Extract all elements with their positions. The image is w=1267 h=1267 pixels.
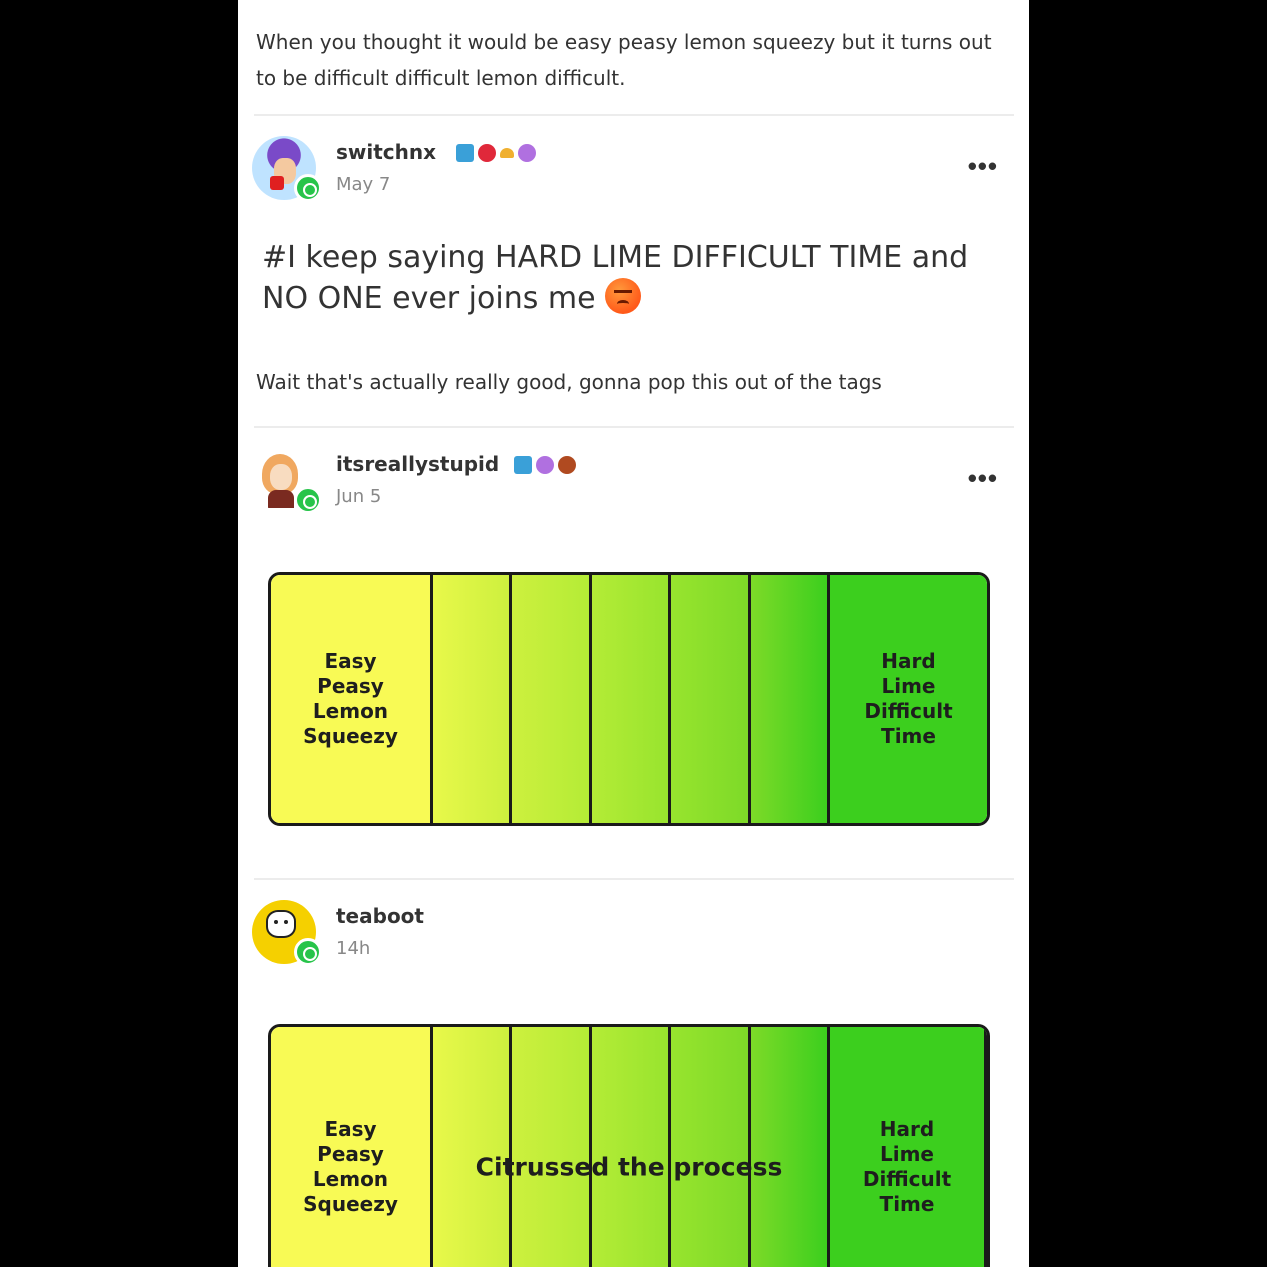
divider <box>254 426 1014 428</box>
avatar-switchnx[interactable] <box>252 136 322 202</box>
divider <box>254 878 1014 880</box>
badge-icon <box>478 144 496 162</box>
more-options-icon[interactable]: ••• <box>968 153 998 179</box>
scale-segment: Easy Peasy Lemon Squeezy <box>271 575 433 823</box>
post-date: Jun 5 <box>336 486 382 507</box>
avatar-itsreallystupid[interactable] <box>252 448 322 514</box>
post-date: May 7 <box>336 174 391 195</box>
scale-segment <box>433 1027 512 1267</box>
scale-segment <box>751 1027 830 1267</box>
avatar-teaboot[interactable] <box>252 900 322 966</box>
scale-left-label: Easy Peasy Lemon Squeezy <box>303 649 398 748</box>
tumblr-post-thread: When you thought it would be easy peasy … <box>238 0 1029 1267</box>
divider <box>254 114 1014 116</box>
post-body: #I keep saying HARD LIME DIFFICULT TIME … <box>262 238 1002 319</box>
scale-segment <box>671 575 751 823</box>
badge-icon <box>536 456 554 474</box>
scale-segment: Hard Lime Difficult Time <box>830 1027 987 1267</box>
username[interactable]: itsreallystupid <box>336 452 499 476</box>
scale-segment: Hard Lime Difficult Time <box>830 575 987 823</box>
badge-icon <box>558 456 576 474</box>
badge-icon <box>518 144 536 162</box>
follow-badge-icon[interactable] <box>294 938 322 966</box>
scale-segment <box>512 575 592 823</box>
scale-segment: Easy Peasy Lemon Squeezy <box>271 1027 433 1267</box>
username[interactable]: switchnx <box>336 140 436 164</box>
post-header-teaboot: teaboot 14h <box>252 900 1012 970</box>
reblog-comment: Wait that's actually really good, gonna … <box>256 370 882 394</box>
difficulty-scale-captioned: Easy Peasy Lemon Squeezy Hard Lime Diffi… <box>268 1024 990 1267</box>
user-badges <box>514 454 576 476</box>
follow-badge-icon[interactable] <box>294 486 322 514</box>
post-header-itsreallystupid: itsreallystupid Jun 5 ••• <box>252 448 1012 518</box>
scale-segment <box>671 1027 751 1267</box>
scale-segment <box>433 575 512 823</box>
username[interactable]: teaboot <box>336 904 424 928</box>
scale-segment <box>751 575 830 823</box>
badge-icon <box>500 148 514 158</box>
scale-right-label: Hard Lime Difficult Time <box>862 1117 952 1216</box>
scale-segment <box>512 1027 592 1267</box>
scale-segment <box>592 575 671 823</box>
post-date: 14h <box>336 938 371 959</box>
scale-segment <box>592 1027 671 1267</box>
badge-icon <box>456 144 474 162</box>
scale-right-label: Hard Lime Difficult Time <box>864 649 953 748</box>
post-header-switchnx: switchnx May 7 ••• <box>252 136 1012 206</box>
difficulty-scale: Easy Peasy Lemon Squeezy Hard Lime Diffi… <box>268 572 990 826</box>
more-options-icon[interactable]: ••• <box>968 465 998 491</box>
scale-left-label: Easy Peasy Lemon Squeezy <box>303 1117 398 1216</box>
user-badges <box>456 142 536 164</box>
angry-face-icon <box>605 278 642 314</box>
follow-badge-icon[interactable] <box>294 174 322 202</box>
intro-post-text: When you thought it would be easy peasy … <box>256 30 992 90</box>
badge-icon <box>514 456 532 474</box>
